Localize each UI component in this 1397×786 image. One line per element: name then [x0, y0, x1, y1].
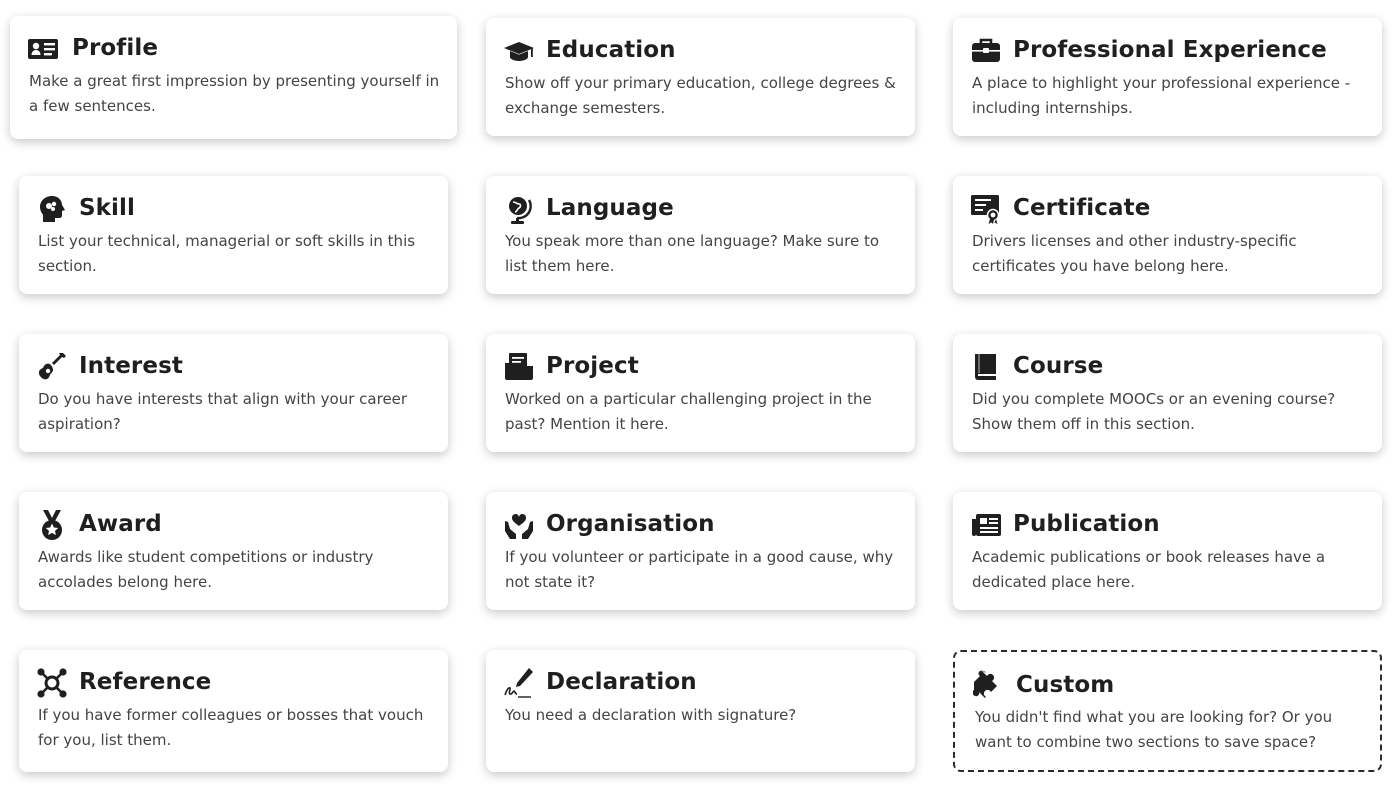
graduation-cap-icon: [503, 35, 535, 67]
section-description: You need a declaration with signature?: [505, 706, 797, 724]
guitar-icon: [36, 351, 68, 383]
section-title: Organisation: [546, 511, 715, 537]
section-title: Education: [546, 37, 676, 63]
briefcase-icon: [970, 35, 1002, 67]
section-description: A place to highlight your professional e…: [972, 74, 1351, 117]
section-title: Declaration: [546, 669, 697, 695]
section-description: You didn't find what you are looking for…: [975, 708, 1333, 751]
id-card-icon: [27, 33, 59, 65]
section-card-award[interactable]: Award Awards like student competitions o…: [19, 492, 448, 610]
section-card-declaration[interactable]: Declaration You need a declaration with …: [486, 650, 915, 772]
book-icon: [970, 351, 1002, 383]
section-title: Course: [1013, 353, 1104, 379]
section-title: Interest: [79, 353, 183, 379]
section-description: You speak more than one language? Make s…: [505, 232, 880, 275]
globe-stand-icon: [503, 193, 535, 225]
section-title: Skill: [79, 195, 136, 221]
hands-heart-icon: [503, 509, 535, 541]
section-title: Award: [79, 511, 162, 537]
section-card-custom[interactable]: Custom You didn't find what you are look…: [953, 650, 1382, 772]
section-description: Drivers licenses and other industry-spec…: [972, 232, 1297, 275]
section-title: Profile: [72, 35, 159, 61]
section-description: Do you have interests that align with yo…: [38, 390, 408, 433]
section-description: If you have former colleagues or bosses …: [38, 706, 424, 749]
brain-head-icon: [36, 193, 68, 225]
section-card-language[interactable]: Language You speak more than one languag…: [486, 176, 915, 294]
section-description: If you volunteer or participate in a goo…: [505, 548, 894, 591]
section-card-course[interactable]: Course Did you complete MOOCs or an even…: [953, 334, 1382, 452]
section-card-project[interactable]: Project Worked on a particular challengi…: [486, 334, 915, 452]
section-card-skill[interactable]: Skill List your technical, managerial or…: [19, 176, 448, 294]
newspaper-icon: [970, 509, 1002, 541]
section-description: Worked on a particular challenging proje…: [505, 390, 872, 433]
section-description: Make a great first impression by present…: [29, 72, 440, 115]
certificate-icon: [970, 193, 1002, 225]
puzzle-icon: [973, 668, 1005, 700]
section-card-profile[interactable]: Profile Make a great first impression by…: [10, 16, 457, 139]
section-card-professional-experience[interactable]: Professional Experience A place to highl…: [953, 18, 1382, 136]
section-title: Custom: [1016, 672, 1115, 698]
section-card-certificate[interactable]: Certificate Drivers licenses and other i…: [953, 176, 1382, 294]
section-card-education[interactable]: Education Show off your primary educatio…: [486, 18, 915, 136]
section-description: Show off your primary education, college…: [505, 74, 896, 117]
section-description: List your technical, managerial or soft …: [38, 232, 416, 275]
network-icon: [36, 667, 68, 699]
section-title: Certificate: [1013, 195, 1151, 221]
section-description: Academic publications or book releases h…: [972, 548, 1326, 591]
section-title: Language: [546, 195, 674, 221]
section-card-interest[interactable]: Interest Do you have interests that alig…: [19, 334, 448, 452]
section-card-publication[interactable]: Publication Academic publications or boo…: [953, 492, 1382, 610]
section-card-organisation[interactable]: Organisation If you volunteer or partici…: [486, 492, 915, 610]
section-description: Awards like student competitions or indu…: [38, 548, 374, 591]
folder-icon: [503, 351, 535, 383]
section-description: Did you complete MOOCs or an evening cou…: [972, 390, 1336, 433]
section-title: Professional Experience: [1013, 37, 1327, 63]
section-card-reference[interactable]: Reference If you have former colleagues …: [19, 650, 448, 772]
signature-icon: [503, 667, 535, 699]
section-title: Publication: [1013, 511, 1160, 537]
medal-icon: [36, 509, 68, 541]
section-title: Project: [546, 353, 639, 379]
section-title: Reference: [79, 669, 212, 695]
